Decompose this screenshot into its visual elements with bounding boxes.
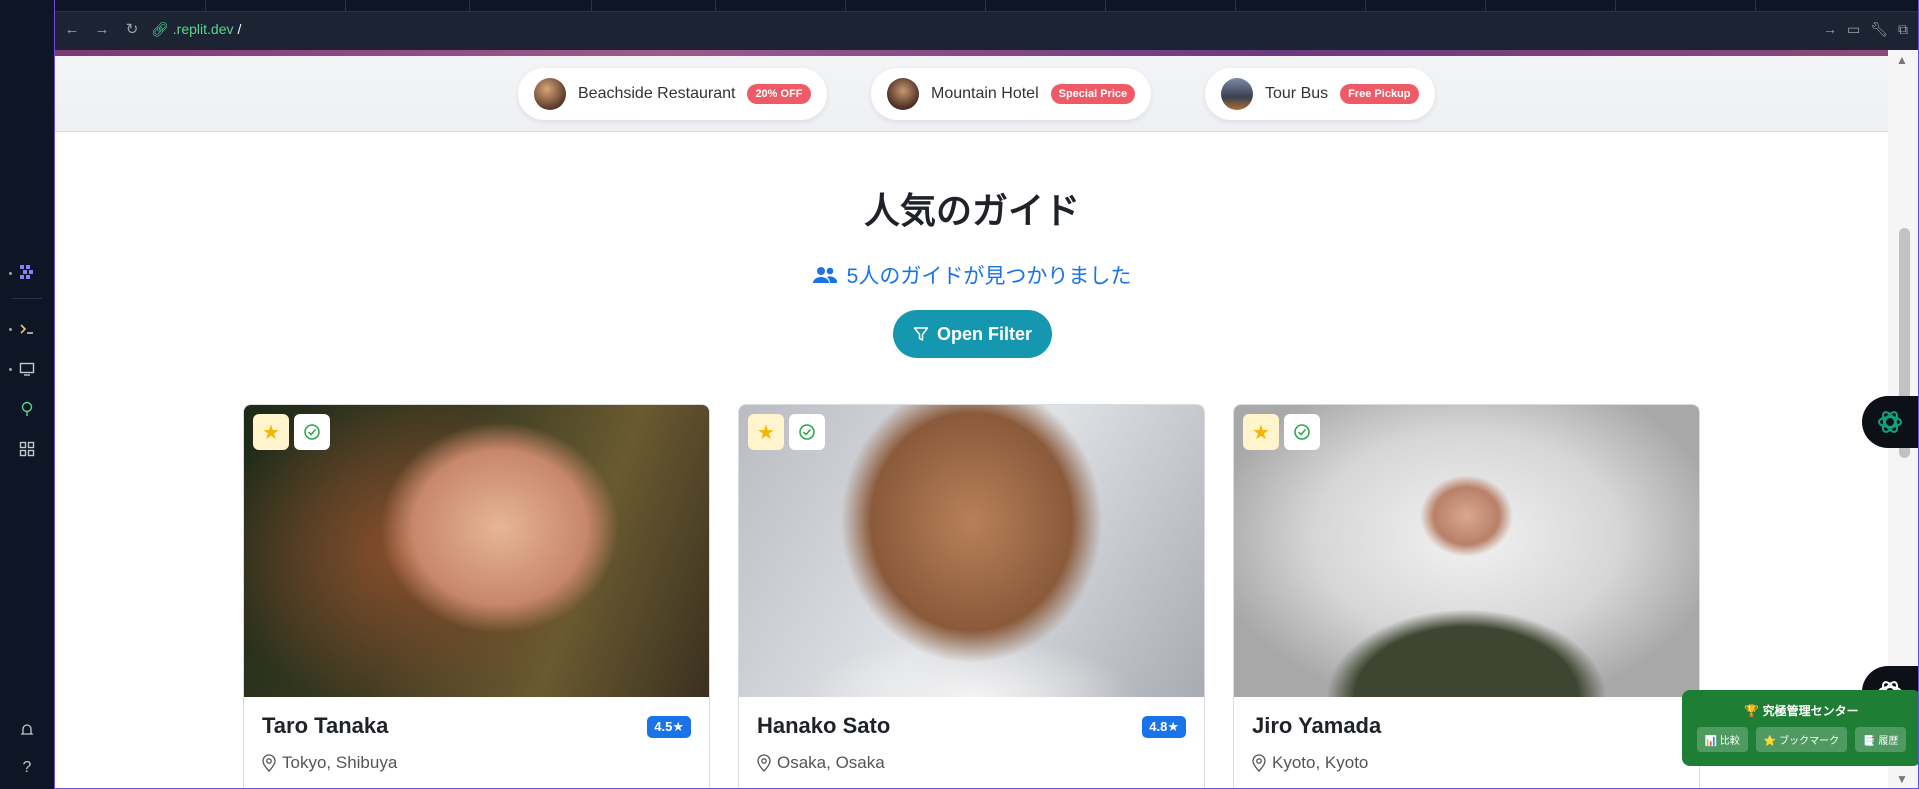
rating-badge: 4.8★ bbox=[1142, 716, 1186, 738]
guide-location: Tokyo, Shibuya bbox=[262, 753, 397, 773]
bookmark-button[interactable]: ⭐ ブックマーク bbox=[1755, 727, 1848, 752]
guide-name: Jiro Yamada bbox=[1252, 713, 1382, 738]
location-pin-icon bbox=[1252, 754, 1266, 772]
devtools-icon[interactable]: 🔧︎ bbox=[1870, 21, 1888, 38]
location-pin-icon bbox=[757, 754, 771, 772]
guide-location-text: Tokyo, Shibuya bbox=[282, 753, 398, 772]
guide-location: Kyoto, Kyoto bbox=[1252, 753, 1368, 773]
open-new-tab-icon[interactable]: ⧉ bbox=[1898, 21, 1908, 38]
partner-chip-restaurant[interactable]: Beachside Restaurant 20% OFF bbox=[518, 68, 827, 120]
partner-chip-hotel[interactable]: Mountain Hotel Special Price bbox=[871, 68, 1152, 120]
partner-avatar bbox=[1221, 78, 1253, 110]
preview-frame: ← → ↻ 🔗︎ .replit.dev / → ▭ 🔧︎ ⧉ Beachside… bbox=[54, 0, 1919, 789]
url-host: .replit.dev bbox=[172, 21, 234, 37]
verified-check-icon bbox=[789, 414, 825, 450]
help-icon[interactable]: ? bbox=[0, 754, 54, 782]
link-icon: 🔗︎ bbox=[151, 20, 169, 37]
back-icon[interactable]: ← bbox=[57, 14, 87, 44]
favorite-star-icon[interactable]: ★ bbox=[1243, 414, 1279, 450]
filter-icon bbox=[913, 327, 929, 341]
history-button[interactable]: 📑 履歴 bbox=[1855, 727, 1907, 752]
partner-badge: Free Pickup bbox=[1340, 84, 1419, 104]
devices-icon[interactable]: ▭ bbox=[1847, 21, 1860, 38]
open-filter-button[interactable]: Open Filter bbox=[893, 310, 1052, 358]
scroll-down-icon[interactable]: ▼ bbox=[1896, 772, 1908, 786]
favorite-star-icon[interactable]: ★ bbox=[748, 414, 784, 450]
guide-count-text: 5人のガイドが見つかりました bbox=[846, 265, 1132, 288]
partner-chip-bus[interactable]: Tour Bus Free Pickup bbox=[1205, 68, 1435, 120]
guide-location: Osaka, Osaka bbox=[757, 753, 885, 773]
chatgpt-float-icon[interactable] bbox=[1862, 396, 1918, 448]
rating-badge: 4.5★ bbox=[647, 716, 691, 738]
browser-toolbar: ← → ↻ 🔗︎ .replit.dev / → ▭ 🔧︎ ⧉ bbox=[55, 0, 1918, 50]
partner-name: Beachside Restaurant bbox=[578, 85, 736, 102]
partner-bar: Beachside Restaurant 20% OFF Mountain Ho… bbox=[55, 56, 1889, 132]
open-filter-label: Open Filter bbox=[936, 323, 1032, 344]
partner-name: Tour Bus bbox=[1265, 85, 1329, 102]
tab-strip bbox=[55, 0, 1918, 12]
url-path: / bbox=[237, 21, 242, 37]
partner-avatar bbox=[887, 78, 919, 110]
web-page: Beachside Restaurant 20% OFF Mountain Ho… bbox=[55, 50, 1889, 788]
guide-location-text: Osaka, Osaka bbox=[777, 753, 885, 772]
guide-card[interactable]: ★ Jiro Yamada Kyoto, Kyoto bbox=[1233, 404, 1700, 788]
admin-center-panel: 🏆 究極管理センター 📊 比較 ⭐ ブックマーク 📑 履歴 bbox=[1682, 690, 1918, 766]
go-arrow-icon[interactable]: → bbox=[1823, 21, 1837, 37]
guide-card[interactable]: ★ Taro Tanaka 4.5★ Tokyo, Shibuya bbox=[243, 404, 710, 788]
guide-count: 5人のガイドが見つかりました bbox=[55, 260, 1889, 290]
url-field[interactable]: 🔗︎ .replit.dev / bbox=[151, 21, 241, 38]
partner-avatar bbox=[534, 78, 566, 110]
notifications-icon[interactable] bbox=[0, 716, 54, 744]
partner-badge: 20% OFF bbox=[747, 84, 811, 104]
apps-grid-icon[interactable] bbox=[0, 435, 54, 463]
compare-button[interactable]: 📊 比較 bbox=[1696, 727, 1748, 752]
ide-sidebar: ? bbox=[0, 0, 54, 789]
guide-name: Hanako Sato bbox=[757, 713, 891, 738]
scroll-up-icon[interactable]: ▲ bbox=[1896, 53, 1908, 67]
guide-name: Taro Tanaka bbox=[262, 713, 389, 738]
guide-card[interactable]: ★ Hanako Sato 4.8★ Osaka, Osaka bbox=[738, 404, 1205, 788]
verified-check-icon bbox=[294, 414, 330, 450]
guide-location-text: Kyoto, Kyoto bbox=[1272, 753, 1369, 772]
deploy-icon[interactable] bbox=[0, 395, 54, 423]
verified-check-icon bbox=[1284, 414, 1320, 450]
favorite-star-icon[interactable]: ★ bbox=[253, 414, 289, 450]
reload-icon[interactable]: ↻ bbox=[117, 14, 147, 44]
forward-icon[interactable]: → bbox=[87, 14, 117, 44]
partner-badge: Special Price bbox=[1050, 84, 1136, 104]
location-pin-icon bbox=[262, 754, 276, 772]
section-title: 人気のガイド bbox=[863, 190, 1080, 231]
users-icon bbox=[812, 267, 837, 283]
partner-name: Mountain Hotel bbox=[931, 85, 1039, 102]
admin-center-title: 🏆 究極管理センター bbox=[1744, 704, 1859, 718]
